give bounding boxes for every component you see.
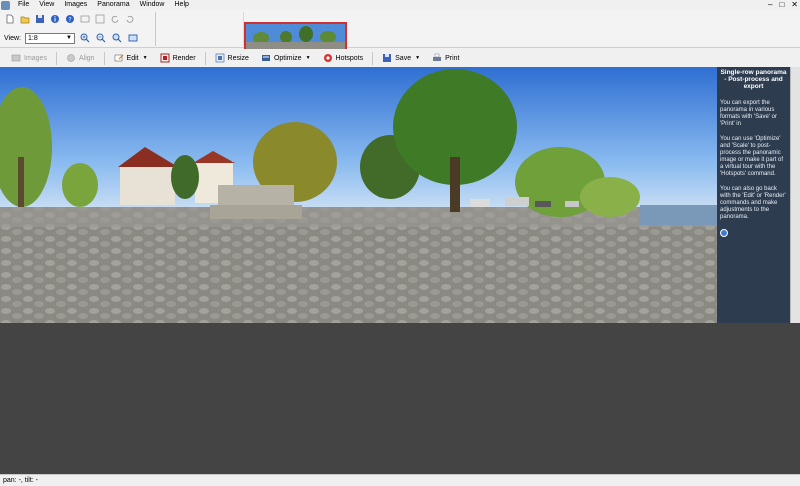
view-row: View: 1:8 ▼	[4, 32, 139, 44]
file-toolbar: ?	[4, 13, 136, 25]
hotspots-button[interactable]: Hotspots	[318, 50, 369, 66]
help-icon[interactable]: ?	[64, 13, 76, 25]
menu-bar: File View Images Panorama Window Help – …	[0, 0, 800, 10]
edit-dropdown-arrow[interactable]: ▼	[143, 55, 148, 61]
help-title: Single-row panorama - Post-process and e…	[720, 69, 787, 90]
align-button[interactable]: Align	[61, 50, 100, 66]
print-label: Print	[445, 54, 460, 62]
maximize-button[interactable]: □	[779, 0, 784, 10]
panorama-viewer[interactable]	[0, 67, 717, 323]
toolbar-divider	[155, 12, 156, 46]
zoom-area-icon[interactable]	[111, 32, 123, 44]
render-label: Render	[172, 54, 196, 62]
images-label: Images	[24, 54, 47, 62]
print-icon	[432, 53, 442, 63]
toolbar-separator	[372, 51, 374, 65]
hotspots-icon	[323, 53, 333, 63]
toolbar-separator	[55, 51, 57, 65]
resize-button[interactable]: Resize	[210, 50, 254, 66]
chevron-down-icon: ▼	[66, 35, 72, 41]
images-icon	[11, 53, 21, 63]
info-icon[interactable]	[49, 13, 61, 25]
menu-window[interactable]: Window	[135, 0, 170, 10]
window-controls: – □ ✕	[768, 0, 798, 10]
fit-window-icon[interactable]	[127, 32, 139, 44]
toolbar-separator	[204, 51, 206, 65]
close-button[interactable]: ✕	[791, 0, 798, 10]
save-button[interactable]: Save ▼	[377, 50, 425, 66]
optimize-icon	[261, 53, 271, 63]
menu-help[interactable]: Help	[170, 0, 194, 10]
help-panel: Single-row panorama - Post-process and e…	[717, 67, 790, 323]
optimize-label: Optimize	[273, 54, 302, 62]
rotate-right-icon[interactable]	[124, 13, 136, 25]
optimize-dropdown-arrow[interactable]: ▼	[306, 55, 311, 61]
status-bar: pan: -, tilt: -	[0, 474, 800, 486]
app-icon	[1, 0, 10, 10]
zoom-out-icon[interactable]	[95, 32, 107, 44]
svg-text:?: ?	[68, 16, 71, 23]
render-icon	[160, 53, 170, 63]
minimize-button[interactable]: –	[768, 0, 772, 10]
zoom-full-icon[interactable]	[94, 13, 106, 25]
edit-icon	[114, 53, 124, 63]
help-paragraph: You can use 'Optimize' and 'Scale' to po…	[720, 136, 784, 177]
edit-label: Edit	[126, 54, 139, 62]
align-label: Align	[78, 54, 95, 62]
rotate-left-icon[interactable]	[109, 13, 121, 25]
toolbar-separator	[103, 51, 105, 65]
open-folder-icon[interactable]	[19, 13, 31, 25]
menu-file[interactable]: File	[13, 0, 34, 10]
status-text: pan: -, tilt: -	[3, 477, 39, 484]
menu-view[interactable]: View	[34, 0, 59, 10]
zoom-in-icon[interactable]	[79, 32, 91, 44]
view-label: View:	[4, 34, 21, 42]
help-paragraph: You can export the panorama in various f…	[720, 100, 777, 127]
save-icon[interactable]	[34, 13, 46, 25]
menu-images[interactable]: Images	[59, 0, 92, 10]
panorama-workspace: Single-row panorama - Post-process and e…	[0, 67, 800, 474]
command-toolbar: Images Align Edit ▼ Render Resize Optimi…	[0, 49, 800, 67]
vertical-scrollbar[interactable]	[790, 67, 800, 323]
save-icon	[382, 53, 392, 63]
top-toolbar: ? View: 1:8 ▼	[0, 10, 800, 56]
view-zoom-select[interactable]: 1:8 ▼	[25, 32, 75, 44]
align-icon	[66, 53, 76, 63]
panorama-image	[0, 67, 717, 323]
save-label: Save	[395, 54, 412, 62]
help-icon[interactable]	[720, 229, 728, 237]
images-button[interactable]: Images	[6, 50, 52, 66]
render-button[interactable]: Render	[155, 50, 201, 66]
resize-label: Resize	[227, 54, 249, 62]
help-paragraph: You can also go back with the 'Edit' or …	[720, 186, 786, 220]
zoom-fit-icon[interactable]	[79, 13, 91, 25]
hotspots-label: Hotspots	[335, 54, 364, 62]
print-button[interactable]: Print	[427, 50, 464, 66]
resize-icon	[215, 53, 225, 63]
new-file-icon[interactable]	[4, 13, 16, 25]
menu-panorama[interactable]: Panorama	[92, 0, 134, 10]
save-dropdown-arrow[interactable]: ▼	[415, 55, 420, 61]
optimize-button[interactable]: Optimize ▼	[256, 50, 316, 66]
edit-button[interactable]: Edit ▼	[109, 50, 153, 66]
view-zoom-value: 1:8	[28, 34, 38, 42]
